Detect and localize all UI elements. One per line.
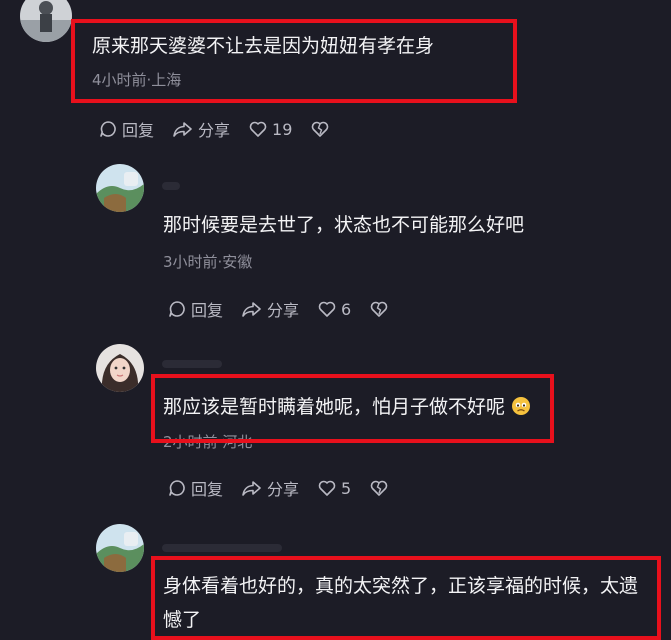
comment-text: 那时候要是去世了，状态也不可能那么好吧: [163, 214, 525, 236]
username: [162, 360, 222, 368]
dislike-heart-icon: [312, 121, 329, 137]
reply-icon: [169, 480, 185, 496]
username: [162, 182, 180, 190]
reply-button[interactable]: 回复: [98, 117, 154, 141]
reply-button[interactable]: 回复: [167, 297, 223, 321]
share-icon: [242, 481, 261, 496]
comment-meta: 3小时前·安徽: [163, 253, 253, 271]
avatar[interactable]: [96, 524, 144, 572]
comment-text: 那应该是暂时瞒着她呢，怕月子做不好呢: [163, 393, 531, 422]
comment-actions: 回复 分享 19: [98, 117, 330, 141]
heart-icon: [318, 301, 336, 317]
heart-icon: [318, 480, 336, 496]
like-count: 5: [341, 478, 352, 498]
share-button[interactable]: 分享: [241, 476, 299, 500]
reply-button[interactable]: 回复: [167, 476, 223, 500]
username: [162, 544, 282, 552]
share-button[interactable]: 分享: [241, 297, 299, 321]
share-icon: [242, 302, 261, 317]
reply-icon: [100, 121, 116, 137]
share-button[interactable]: 分享: [172, 117, 230, 141]
heart-icon: [249, 121, 267, 137]
dislike-button[interactable]: [310, 119, 330, 139]
comment-actions: 回复 分享 6: [167, 297, 389, 321]
dislike-heart-icon: [370, 480, 388, 496]
like-button[interactable]: 6: [317, 299, 351, 319]
comment-actions: 回复 分享 5: [167, 476, 389, 500]
share-label: 分享: [267, 480, 300, 499]
reply-icon: [169, 301, 185, 317]
comment-text-content: 那应该是暂时瞒着她呢，怕月子做不好呢: [163, 396, 506, 418]
avatar[interactable]: [20, 0, 72, 42]
dislike-heart-icon: [370, 301, 388, 317]
share-label: 分享: [267, 301, 300, 320]
reply-label: 回复: [122, 121, 155, 140]
comment-text: 身体看着也好的，真的太突然了，正该享福的时候，太遗憾了: [163, 575, 639, 631]
dislike-button[interactable]: [369, 299, 389, 319]
reply-label: 回复: [191, 301, 224, 320]
avatar[interactable]: [96, 344, 144, 392]
share-label: 分享: [198, 121, 231, 140]
comment-thread: 原来那天婆婆不让去是因为妞妞有孝在身 4小时前·上海 回复 分享 19 那时候要…: [0, 0, 671, 640]
comment-meta: 4小时前·上海: [92, 71, 182, 89]
like-count: 19: [272, 119, 293, 139]
like-button[interactable]: 5: [317, 478, 351, 498]
reply-label: 回复: [191, 480, 224, 499]
comment-text: 原来那天婆婆不让去是因为妞妞有孝在身: [92, 35, 435, 57]
dislike-button[interactable]: [369, 478, 389, 498]
comment-meta: 2小时前·河北: [163, 433, 253, 451]
share-icon: [173, 122, 192, 137]
worried-emoji-icon: [512, 397, 531, 415]
avatar[interactable]: [96, 164, 144, 212]
like-count: 6: [341, 299, 352, 319]
like-button[interactable]: 19: [248, 119, 292, 139]
